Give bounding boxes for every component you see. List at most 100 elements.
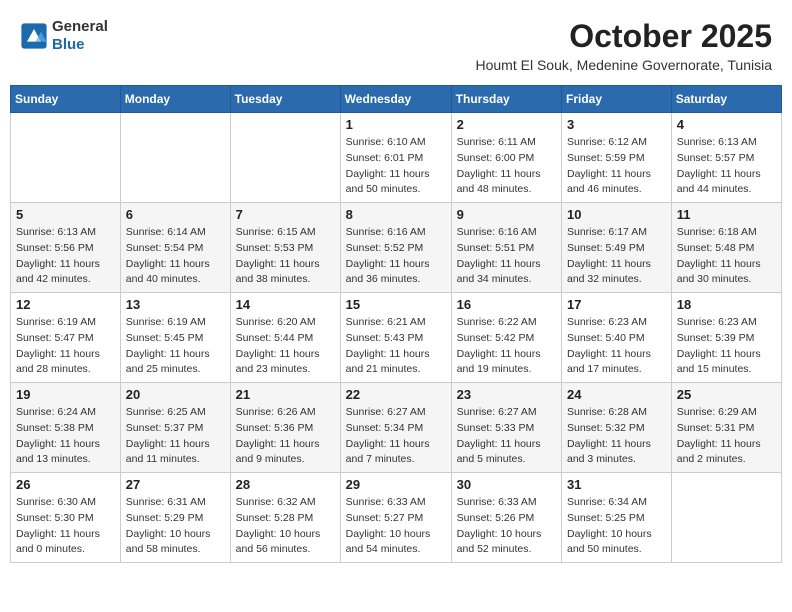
day-number: 5	[16, 207, 115, 222]
calendar: SundayMondayTuesdayWednesdayThursdayFrid…	[10, 85, 782, 563]
calendar-cell	[230, 113, 340, 203]
calendar-cell: 30 Sunrise: 6:33 AM Sunset: 5:26 PM Dayli…	[451, 473, 561, 563]
day-number: 31	[567, 477, 666, 492]
day-info: Sunrise: 6:23 AM Sunset: 5:39 PM Dayligh…	[677, 315, 776, 378]
day-number: 30	[457, 477, 556, 492]
day-info: Sunrise: 6:33 AM Sunset: 5:26 PM Dayligh…	[457, 495, 556, 558]
day-info: Sunrise: 6:28 AM Sunset: 5:32 PM Dayligh…	[567, 405, 666, 468]
day-info: Sunrise: 6:24 AM Sunset: 5:38 PM Dayligh…	[16, 405, 115, 468]
day-number: 10	[567, 207, 666, 222]
day-number: 17	[567, 297, 666, 312]
day-header-monday: Monday	[120, 86, 230, 113]
calendar-cell: 3Sunrise: 6:12 AM Sunset: 5:59 PM Daylig…	[562, 113, 672, 203]
logo-icon	[20, 22, 48, 50]
day-number: 25	[677, 387, 776, 402]
day-info: Sunrise: 6:18 AM Sunset: 5:48 PM Dayligh…	[677, 225, 776, 288]
day-number: 11	[677, 207, 776, 222]
day-number: 23	[457, 387, 556, 402]
day-number: 13	[126, 297, 225, 312]
calendar-cell: 29Sunrise: 6:33 AM Sunset: 5:27 PM Dayli…	[340, 473, 451, 563]
calendar-cell: 23 Sunrise: 6:27 AM Sunset: 5:33 PM Dayli…	[451, 383, 561, 473]
calendar-header-row: SundayMondayTuesdayWednesdayThursdayFrid…	[11, 86, 782, 113]
calendar-cell: 11 Sunrise: 6:18 AM Sunset: 5:48 PM Dayli…	[671, 203, 781, 293]
calendar-cell: 7 Sunrise: 6:15 AM Sunset: 5:53 PM Daylig…	[230, 203, 340, 293]
day-header-saturday: Saturday	[671, 86, 781, 113]
calendar-cell: 8 Sunrise: 6:16 AM Sunset: 5:52 PM Daylig…	[340, 203, 451, 293]
day-number: 1	[346, 117, 446, 132]
calendar-cell: 20Sunrise: 6:25 AM Sunset: 5:37 PM Dayli…	[120, 383, 230, 473]
day-info: Sunrise: 6:20 AM Sunset: 5:44 PM Dayligh…	[236, 315, 335, 378]
day-header-sunday: Sunday	[11, 86, 121, 113]
day-info: Sunrise: 6:17 AM Sunset: 5:49 PM Dayligh…	[567, 225, 666, 288]
calendar-week-3: 12 Sunrise: 6:19 AM Sunset: 5:47 PM Dayli…	[11, 293, 782, 383]
day-number: 27	[126, 477, 225, 492]
calendar-cell: 15Sunrise: 6:21 AM Sunset: 5:43 PM Dayli…	[340, 293, 451, 383]
calendar-cell: 22Sunrise: 6:27 AM Sunset: 5:34 PM Dayli…	[340, 383, 451, 473]
logo-general: General	[52, 18, 108, 35]
calendar-cell: 16 Sunrise: 6:22 AM Sunset: 5:42 PM Dayli…	[451, 293, 561, 383]
calendar-cell	[120, 113, 230, 203]
day-info: Sunrise: 6:29 AM Sunset: 5:31 PM Dayligh…	[677, 405, 776, 468]
calendar-cell: 18 Sunrise: 6:23 AM Sunset: 5:39 PM Dayli…	[671, 293, 781, 383]
calendar-cell: 14 Sunrise: 6:20 AM Sunset: 5:44 PM Dayli…	[230, 293, 340, 383]
logo-text: General Blue	[52, 18, 108, 54]
day-info: Sunrise: 6:11 AM Sunset: 6:00 PM Dayligh…	[457, 135, 556, 198]
calendar-week-1: 1 Sunrise: 6:10 AM Sunset: 6:01 PM Daylig…	[11, 113, 782, 203]
day-number: 26	[16, 477, 115, 492]
day-number: 2	[457, 117, 556, 132]
calendar-cell: 5 Sunrise: 6:13 AM Sunset: 5:56 PM Daylig…	[11, 203, 121, 293]
day-number: 14	[236, 297, 335, 312]
day-info: Sunrise: 6:26 AM Sunset: 5:36 PM Dayligh…	[236, 405, 335, 468]
day-info: Sunrise: 6:23 AM Sunset: 5:40 PM Dayligh…	[567, 315, 666, 378]
calendar-cell: 21Sunrise: 6:26 AM Sunset: 5:36 PM Dayli…	[230, 383, 340, 473]
day-number: 20	[126, 387, 225, 402]
header: General Blue October 2025 Houmt El Souk,…	[10, 10, 782, 77]
day-info: Sunrise: 6:16 AM Sunset: 5:52 PM Dayligh…	[346, 225, 446, 288]
calendar-cell: 13Sunrise: 6:19 AM Sunset: 5:45 PM Dayli…	[120, 293, 230, 383]
day-info: Sunrise: 6:13 AM Sunset: 5:57 PM Dayligh…	[677, 135, 776, 198]
calendar-cell: 6 Sunrise: 6:14 AM Sunset: 5:54 PM Daylig…	[120, 203, 230, 293]
calendar-cell: 25 Sunrise: 6:29 AM Sunset: 5:31 PM Dayli…	[671, 383, 781, 473]
day-info: Sunrise: 6:16 AM Sunset: 5:51 PM Dayligh…	[457, 225, 556, 288]
calendar-cell: 10 Sunrise: 6:17 AM Sunset: 5:49 PM Dayli…	[562, 203, 672, 293]
day-info: Sunrise: 6:13 AM Sunset: 5:56 PM Dayligh…	[16, 225, 115, 288]
calendar-cell: 19 Sunrise: 6:24 AM Sunset: 5:38 PM Dayli…	[11, 383, 121, 473]
calendar-cell: 4 Sunrise: 6:13 AM Sunset: 5:57 PM Daylig…	[671, 113, 781, 203]
calendar-cell: 2 Sunrise: 6:11 AM Sunset: 6:00 PM Daylig…	[451, 113, 561, 203]
day-info: Sunrise: 6:14 AM Sunset: 5:54 PM Dayligh…	[126, 225, 225, 288]
day-header-thursday: Thursday	[451, 86, 561, 113]
day-number: 16	[457, 297, 556, 312]
title-block: October 2025 Houmt El Souk, Medenine Gov…	[476, 18, 773, 73]
day-number: 7	[236, 207, 335, 222]
day-header-tuesday: Tuesday	[230, 86, 340, 113]
logo-blue: Blue	[52, 36, 85, 53]
day-info: Sunrise: 6:31 AM Sunset: 5:29 PM Dayligh…	[126, 495, 225, 558]
day-number: 12	[16, 297, 115, 312]
logo: General Blue	[20, 18, 108, 54]
day-info: Sunrise: 6:32 AM Sunset: 5:28 PM Dayligh…	[236, 495, 335, 558]
calendar-cell	[11, 113, 121, 203]
day-info: Sunrise: 6:27 AM Sunset: 5:33 PM Dayligh…	[457, 405, 556, 468]
day-header-friday: Friday	[562, 86, 672, 113]
day-number: 19	[16, 387, 115, 402]
day-number: 8	[346, 207, 446, 222]
calendar-week-4: 19 Sunrise: 6:24 AM Sunset: 5:38 PM Dayli…	[11, 383, 782, 473]
day-info: Sunrise: 6:10 AM Sunset: 6:01 PM Dayligh…	[346, 135, 446, 198]
day-number: 6	[126, 207, 225, 222]
calendar-cell: 24 Sunrise: 6:28 AM Sunset: 5:32 PM Dayli…	[562, 383, 672, 473]
calendar-cell: 28Sunrise: 6:32 AM Sunset: 5:28 PM Dayli…	[230, 473, 340, 563]
day-info: Sunrise: 6:12 AM Sunset: 5:59 PM Dayligh…	[567, 135, 666, 198]
day-info: Sunrise: 6:30 AM Sunset: 5:30 PM Dayligh…	[16, 495, 115, 558]
calendar-week-5: 26 Sunrise: 6:30 AM Sunset: 5:30 PM Dayli…	[11, 473, 782, 563]
day-number: 24	[567, 387, 666, 402]
calendar-cell: 27 Sunrise: 6:31 AM Sunset: 5:29 PM Dayli…	[120, 473, 230, 563]
day-number: 9	[457, 207, 556, 222]
day-number: 4	[677, 117, 776, 132]
calendar-cell: 9 Sunrise: 6:16 AM Sunset: 5:51 PM Daylig…	[451, 203, 561, 293]
day-info: Sunrise: 6:22 AM Sunset: 5:42 PM Dayligh…	[457, 315, 556, 378]
calendar-cell: 1 Sunrise: 6:10 AM Sunset: 6:01 PM Daylig…	[340, 113, 451, 203]
day-info: Sunrise: 6:19 AM Sunset: 5:47 PM Dayligh…	[16, 315, 115, 378]
day-number: 18	[677, 297, 776, 312]
day-header-wednesday: Wednesday	[340, 86, 451, 113]
day-info: Sunrise: 6:15 AM Sunset: 5:53 PM Dayligh…	[236, 225, 335, 288]
